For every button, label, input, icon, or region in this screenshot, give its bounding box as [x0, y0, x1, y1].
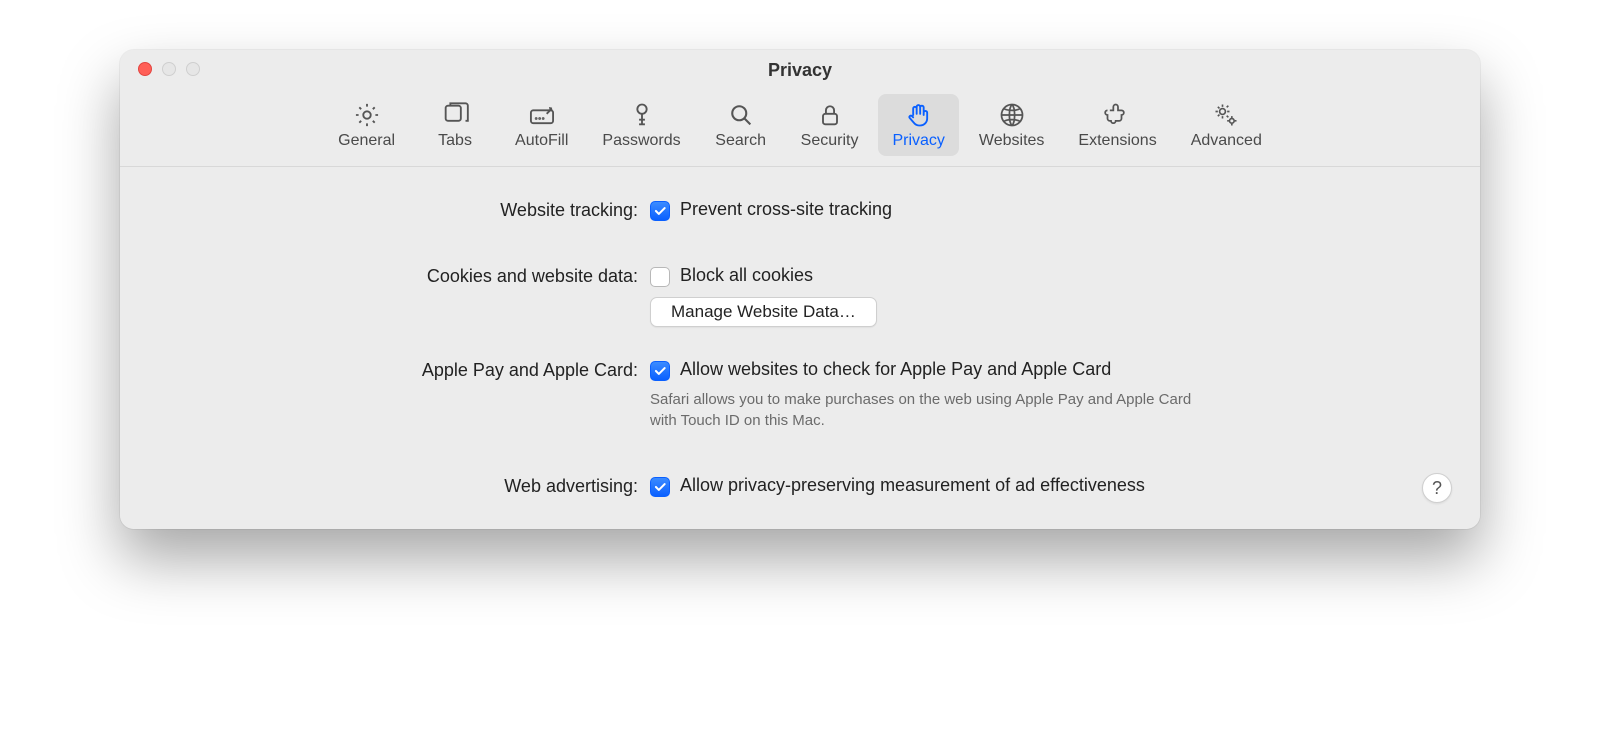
hand-icon — [904, 100, 934, 130]
help-button[interactable]: ? — [1422, 473, 1452, 503]
titlebar: Privacy — [120, 50, 1480, 90]
tab-label: Security — [801, 132, 859, 150]
web-advertising-label: Web advertising: — [160, 475, 650, 497]
tab-label: Extensions — [1078, 132, 1156, 150]
tab-label: Passwords — [602, 132, 680, 150]
tab-label: Tabs — [438, 132, 472, 150]
prevent-cross-site-tracking-checkbox[interactable] — [650, 201, 670, 221]
ad-measurement-text: Allow privacy-preserving measurement of … — [680, 475, 1145, 496]
traffic-lights — [138, 62, 200, 76]
search-icon — [726, 100, 756, 130]
website-tracking-label: Website tracking: — [160, 199, 650, 221]
gear-icon — [352, 100, 382, 130]
minimize-window-button[interactable] — [162, 62, 176, 76]
tab-advanced[interactable]: Advanced — [1177, 94, 1276, 156]
gears-icon — [1211, 100, 1241, 130]
close-window-button[interactable] — [138, 62, 152, 76]
tab-label: Websites — [979, 132, 1045, 150]
tab-tabs[interactable]: Tabs — [415, 94, 495, 156]
tab-label: General — [338, 132, 395, 150]
help-icon: ? — [1432, 478, 1442, 499]
puzzle-icon — [1103, 100, 1133, 130]
preferences-window: Privacy General Ta — [120, 50, 1480, 529]
apple-pay-description: Safari allows you to make purchases on t… — [650, 389, 1210, 431]
tab-extensions[interactable]: Extensions — [1064, 94, 1170, 156]
prevent-cross-site-tracking-text: Prevent cross-site tracking — [680, 199, 892, 220]
preferences-toolbar: General Tabs — [120, 90, 1480, 167]
tab-general[interactable]: General — [324, 94, 409, 156]
apple-pay-check-checkbox[interactable] — [650, 361, 670, 381]
apple-pay-check-text: Allow websites to check for Apple Pay an… — [680, 359, 1111, 380]
tab-label: AutoFill — [515, 132, 568, 150]
window-title: Privacy — [768, 60, 832, 81]
block-all-cookies-text: Block all cookies — [680, 265, 813, 286]
cookies-label: Cookies and website data: — [160, 265, 650, 287]
tab-autofill[interactable]: AutoFill — [501, 94, 582, 156]
tab-label: Search — [715, 132, 766, 150]
tab-label: Privacy — [892, 132, 944, 150]
autofill-icon — [527, 100, 557, 130]
zoom-window-button[interactable] — [186, 62, 200, 76]
manage-website-data-button[interactable]: Manage Website Data… — [650, 297, 877, 327]
tab-search[interactable]: Search — [701, 94, 781, 156]
block-all-cookies-checkbox[interactable] — [650, 267, 670, 287]
tabs-icon — [440, 100, 470, 130]
lock-icon — [815, 100, 845, 130]
tab-label: Advanced — [1191, 132, 1262, 150]
tab-security[interactable]: Security — [787, 94, 873, 156]
tab-passwords[interactable]: Passwords — [588, 94, 694, 156]
apple-pay-label: Apple Pay and Apple Card: — [160, 359, 650, 381]
tab-websites[interactable]: Websites — [965, 94, 1059, 156]
ad-measurement-checkbox[interactable] — [650, 477, 670, 497]
privacy-pane: Website tracking: Prevent cross-site tra… — [120, 167, 1480, 529]
globe-icon — [997, 100, 1027, 130]
tab-privacy[interactable]: Privacy — [878, 94, 958, 156]
key-icon — [627, 100, 657, 130]
